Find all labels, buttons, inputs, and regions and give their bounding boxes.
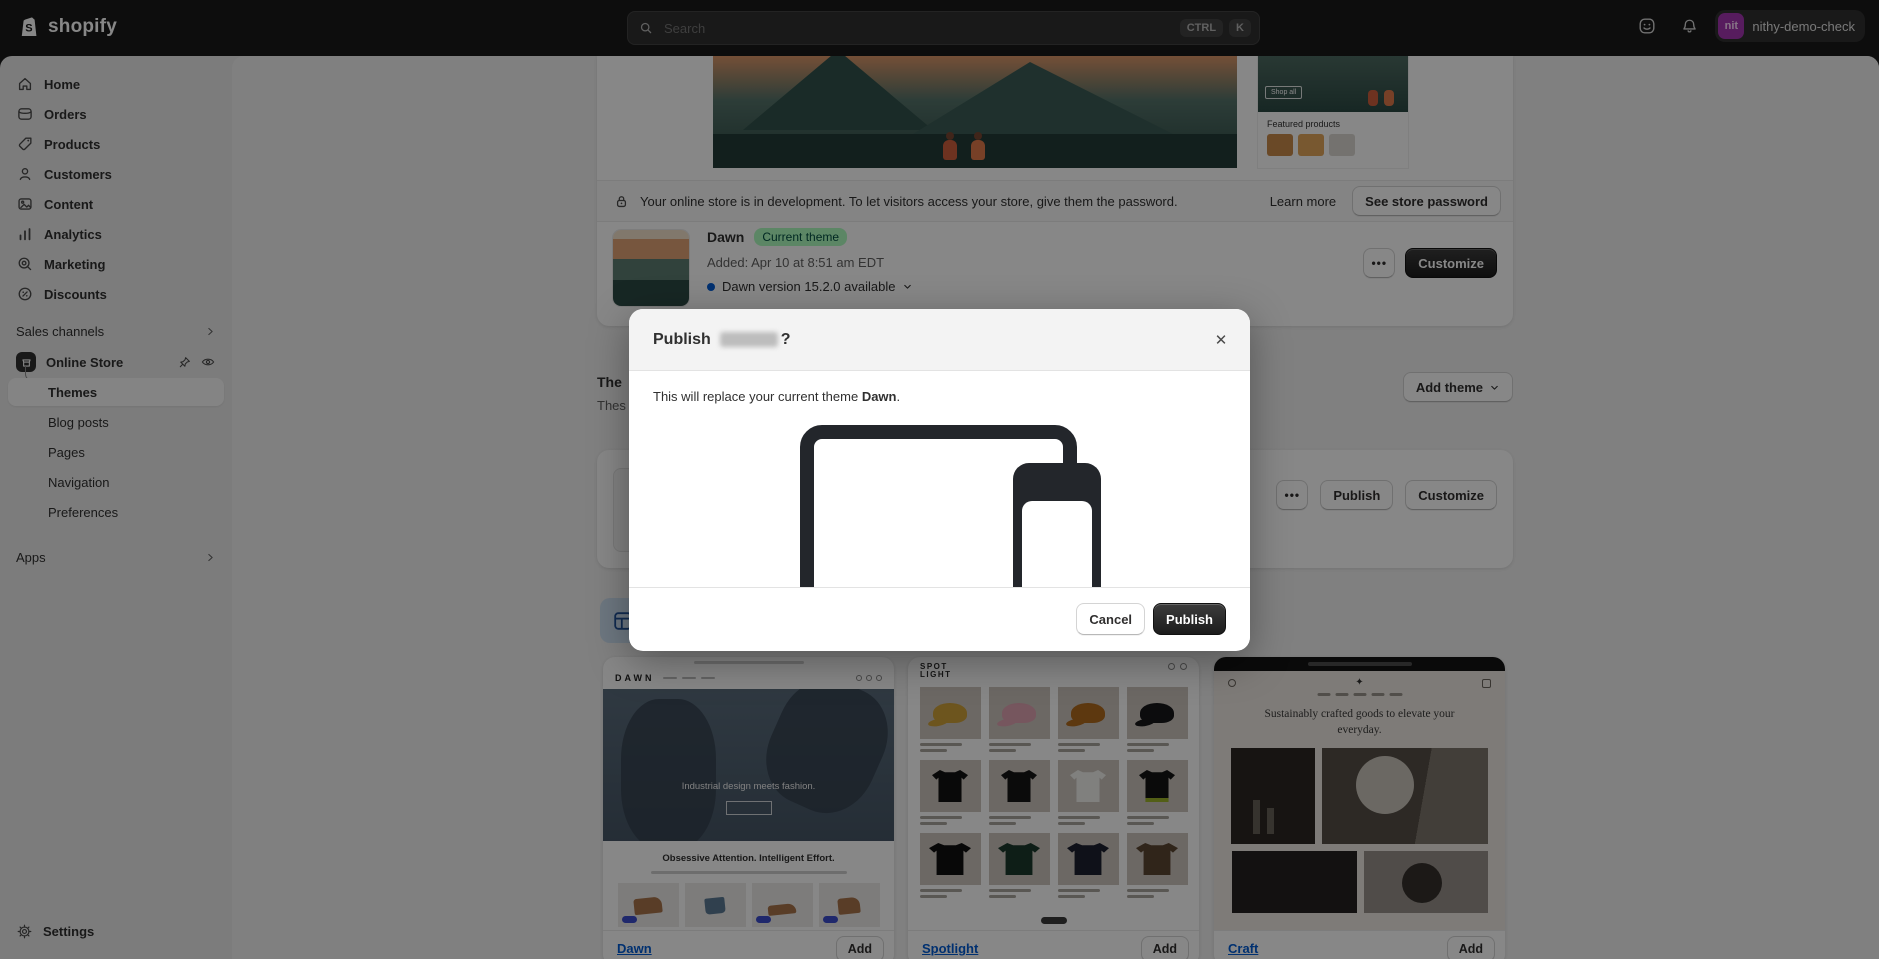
redacted-theme-name	[719, 332, 778, 347]
modal-body: This will replace your current theme Daw…	[629, 371, 1250, 587]
modal-title: Publish ?	[653, 331, 791, 349]
modal-footer: Cancel Publish	[629, 587, 1250, 650]
phone-preview-frame	[1013, 463, 1101, 587]
cancel-button[interactable]: Cancel	[1076, 603, 1146, 635]
modal-message-prefix: This will replace your current theme	[653, 389, 862, 404]
modal-header: Publish ? ✕	[629, 309, 1250, 371]
publish-theme-modal: Publish ? ✕ This will replace your curre…	[629, 309, 1250, 651]
modal-title-prefix: Publish	[653, 330, 711, 348]
modal-message-suffix: .	[896, 389, 901, 404]
modal-message-theme-name: Dawn	[861, 389, 897, 404]
modal-message: This will replace your current theme Daw…	[629, 371, 1250, 404]
publish-button[interactable]: Publish	[1153, 603, 1226, 635]
modal-title-suffix: ?	[780, 330, 791, 348]
shopify-admin: S shopify CTRL K nit nithy-demo-check	[0, 0, 1879, 959]
close-icon[interactable]: ✕	[1210, 329, 1232, 351]
